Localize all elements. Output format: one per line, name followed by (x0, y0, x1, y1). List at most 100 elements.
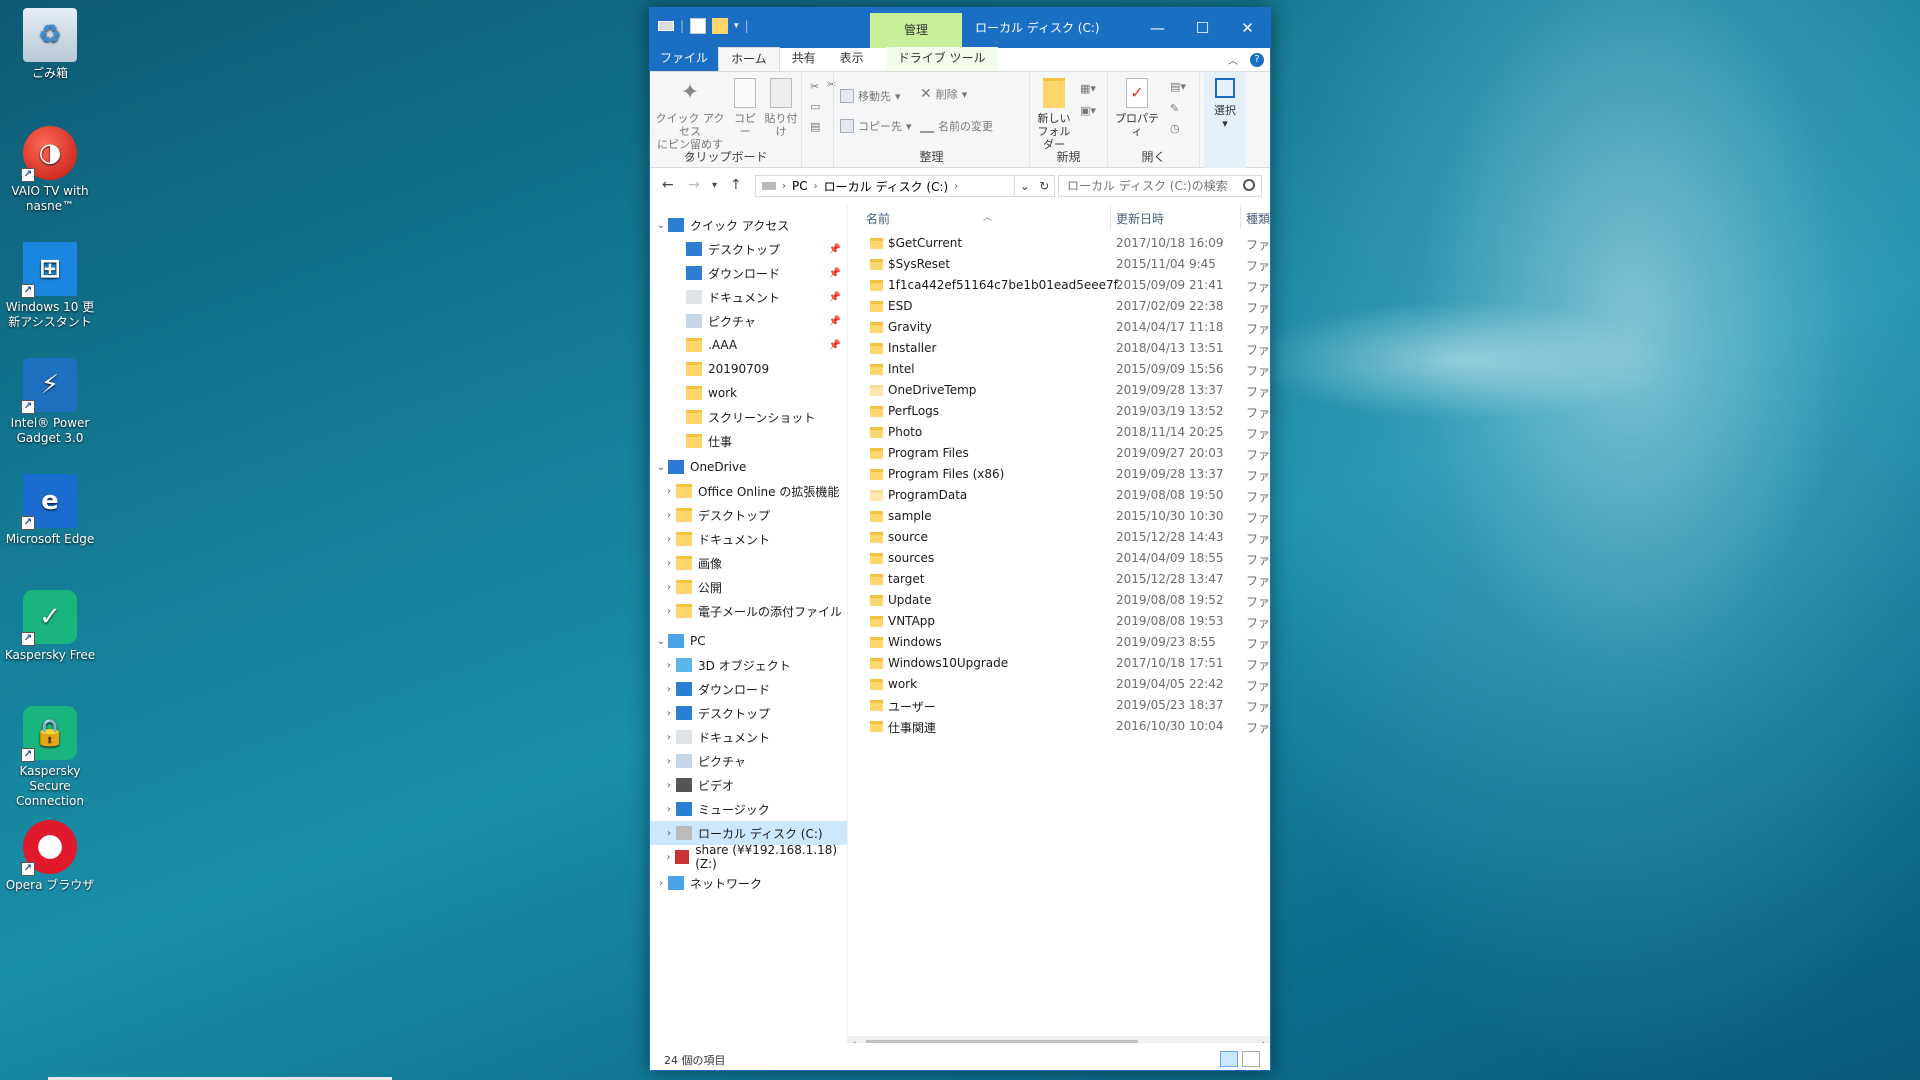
manage-context-tab[interactable]: 管理 (870, 13, 962, 48)
nav-onedrive-item[interactable]: › ドキュメント (650, 527, 847, 551)
refresh-icon[interactable]: ↻ (1039, 179, 1049, 193)
large-icons-view-button[interactable] (1242, 1051, 1260, 1067)
pin-icon[interactable]: 📌 (829, 316, 841, 327)
table-row[interactable]: $GetCurrent 2017/10/18 16:09 ファイ (848, 233, 1270, 254)
expand-chevron-icon[interactable]: › (662, 534, 676, 545)
new-folder-button[interactable]: 新しい フォルダー (1034, 78, 1074, 151)
nav-quick-item[interactable]: スクリーンショット (650, 405, 847, 429)
table-row[interactable]: Windows10Upgrade 2017/10/18 17:51 ファイ (848, 653, 1270, 674)
expand-chevron-icon[interactable]: ⌄ (654, 462, 668, 473)
column-divider[interactable] (1110, 205, 1111, 229)
expand-chevron-icon[interactable]: ⌄ (654, 636, 668, 647)
nav-quick-item[interactable]: デスクトップ 📌 (650, 237, 847, 261)
nav-quick-item[interactable]: 20190709 (650, 357, 847, 381)
properties-check-icon[interactable] (690, 18, 707, 34)
expand-chevron-icon[interactable]: › (662, 852, 675, 863)
collapse-ribbon-icon[interactable]: ︿ (1228, 52, 1238, 67)
desktop-shortcut[interactable]: e ↗ Microsoft Edge (0, 474, 100, 547)
history-icon[interactable]: ◷ (1170, 122, 1180, 135)
new-item-icon[interactable]: ▦▾ (1080, 82, 1096, 95)
tab-drive-tools[interactable]: ドライブ ツール (885, 47, 998, 71)
expand-chevron-icon[interactable]: › (654, 878, 668, 889)
breadcrumb[interactable]: › PC › ローカル ディスク (C:) › (755, 175, 1015, 197)
paste-button[interactable]: 貼り付け (762, 78, 800, 138)
nav-pc-item[interactable]: › ドキュメント (650, 725, 847, 749)
desktop-shortcut[interactable]: ♻ ごみ箱 (0, 8, 100, 81)
table-row[interactable]: source 2015/12/28 14:43 ファイ (848, 527, 1270, 548)
paste-shortcut-icon[interactable]: ▤ (810, 120, 820, 133)
address-history-chevron-icon[interactable]: ⌄ (1020, 179, 1030, 193)
nav-onedrive-item[interactable]: › 公開 (650, 575, 847, 599)
title-bar[interactable]: | ▾ | 管理 ローカル ディスク (C:) — ☐ ✕ (650, 8, 1270, 48)
easy-access-icon[interactable]: ▣▾ (1080, 104, 1096, 117)
expand-chevron-icon[interactable]: › (662, 558, 676, 569)
desktop-shortcut[interactable]: ↗ Opera ブラウザ (0, 820, 100, 893)
nav-onedrive-item[interactable]: › デスクトップ (650, 503, 847, 527)
expand-chevron-icon[interactable]: › (662, 732, 676, 743)
nav-quick-item[interactable]: work (650, 381, 847, 405)
cut-icon[interactable]: ✂ (810, 80, 819, 93)
expand-chevron-icon[interactable]: › (662, 510, 676, 521)
open-icon[interactable]: ▤▾ (1170, 80, 1186, 93)
breadcrumb-local-disk[interactable]: ローカル ディスク (C:) (824, 178, 949, 195)
copy-button[interactable]: コピー (730, 78, 760, 138)
table-row[interactable]: Installer 2018/04/13 13:51 ファイ (848, 338, 1270, 359)
table-row[interactable]: Photo 2018/11/14 20:25 ファイ (848, 422, 1270, 443)
delete-button[interactable]: ✕ 削除 ▾ (920, 86, 967, 102)
table-row[interactable]: Update 2019/08/08 19:52 ファイ (848, 590, 1270, 611)
tab-home[interactable]: ホーム (718, 47, 780, 71)
table-row[interactable]: OneDriveTemp 2019/09/28 13:37 ファイ (848, 380, 1270, 401)
nav-quick-item[interactable]: .AAA 📌 (650, 333, 847, 357)
help-icon[interactable]: ? (1250, 52, 1264, 67)
horizontal-scrollbar[interactable]: ‹ › (848, 1036, 1270, 1043)
expand-chevron-icon[interactable]: › (662, 660, 676, 671)
table-row[interactable]: work 2019/04/05 22:42 ファイ (848, 674, 1270, 695)
table-row[interactable]: ESD 2017/02/09 22:38 ファイ (848, 296, 1270, 317)
table-row[interactable]: 1f1ca442ef51164c7be1b01ead5eee7f 2015/09/… (848, 275, 1270, 296)
nav-network[interactable]: › ネットワーク (650, 871, 847, 895)
search-input[interactable]: ローカル ディスク (C:)の検索 (1058, 175, 1262, 197)
nav-quick-item[interactable]: ピクチャ 📌 (650, 309, 847, 333)
select-group[interactable]: 選択 ▾ (1204, 72, 1246, 168)
table-row[interactable]: 仕事関連 2016/10/30 10:04 ファイ (848, 716, 1270, 737)
nav-pc-item[interactable]: › ダウンロード (650, 677, 847, 701)
close-button[interactable]: ✕ (1225, 8, 1270, 48)
table-row[interactable]: Gravity 2014/04/17 11:18 ファイ (848, 317, 1270, 338)
expand-chevron-icon[interactable]: › (662, 828, 676, 839)
pin-icon[interactable]: 📌 (829, 244, 841, 255)
table-row[interactable]: sources 2014/04/09 18:55 ファイ (848, 548, 1270, 569)
nav-pc-item[interactable]: › ピクチャ (650, 749, 847, 773)
rename-button[interactable]: 名前の変更 (920, 118, 993, 134)
expand-chevron-icon[interactable]: › (662, 756, 676, 767)
table-row[interactable]: Program Files (x86) 2019/09/28 13:37 ファイ (848, 464, 1270, 485)
up-arrow-icon[interactable]: ↑ (730, 177, 742, 193)
column-divider[interactable] (1240, 205, 1241, 229)
scrollbar-thumb[interactable] (866, 1040, 1138, 1043)
table-row[interactable]: PerfLogs 2019/03/19 13:52 ファイ (848, 401, 1270, 422)
forward-arrow-icon[interactable]: → (688, 177, 700, 193)
pin-icon[interactable]: 📌 (829, 340, 841, 351)
table-row[interactable]: VNTApp 2019/08/08 19:53 ファイ (848, 611, 1270, 632)
expand-chevron-icon[interactable]: › (662, 582, 676, 593)
nav-pc-item[interactable]: › share (¥¥192.168.1.18) (Z:) (650, 843, 847, 871)
maximize-button[interactable]: ☐ (1180, 8, 1225, 48)
desktop-shortcut[interactable]: ✓ ↗ Kaspersky Free (0, 590, 100, 663)
nav-pc-item[interactable]: › ミュージック (650, 797, 847, 821)
back-arrow-icon[interactable]: ← (662, 177, 674, 193)
nav-onedrive-item[interactable]: › 電子メールの添付ファイル (650, 599, 847, 623)
pin-icon[interactable]: 📌 (829, 268, 841, 279)
nav-quick-item[interactable]: ドキュメント 📌 (650, 285, 847, 309)
table-row[interactable]: Program Files 2019/09/27 20:03 ファイ (848, 443, 1270, 464)
select-button[interactable]: 選択 ▾ (1206, 78, 1244, 130)
desktop-shortcut[interactable]: ⊞ ↗ Windows 10 更新アシスタント (0, 242, 100, 330)
pin-icon[interactable]: 📌 (829, 292, 841, 303)
table-row[interactable]: ユーザー 2019/05/23 18:37 ファイ (848, 695, 1270, 716)
table-row[interactable]: Windows 2019/09/23 8:55 ファイ (848, 632, 1270, 653)
nav-onedrive-item[interactable]: › Office Online の拡張機能 (650, 479, 847, 503)
properties-button[interactable]: ✓ プロパティ (1112, 78, 1162, 138)
move-to-button[interactable]: 移動先 ▾ (840, 88, 901, 104)
table-row[interactable]: sample 2015/10/30 10:30 ファイ (848, 506, 1270, 527)
column-type[interactable]: 種類 (1246, 210, 1270, 227)
table-row[interactable]: target 2015/12/28 13:47 ファイ (848, 569, 1270, 590)
edit-icon[interactable]: ✎ (1170, 102, 1179, 115)
